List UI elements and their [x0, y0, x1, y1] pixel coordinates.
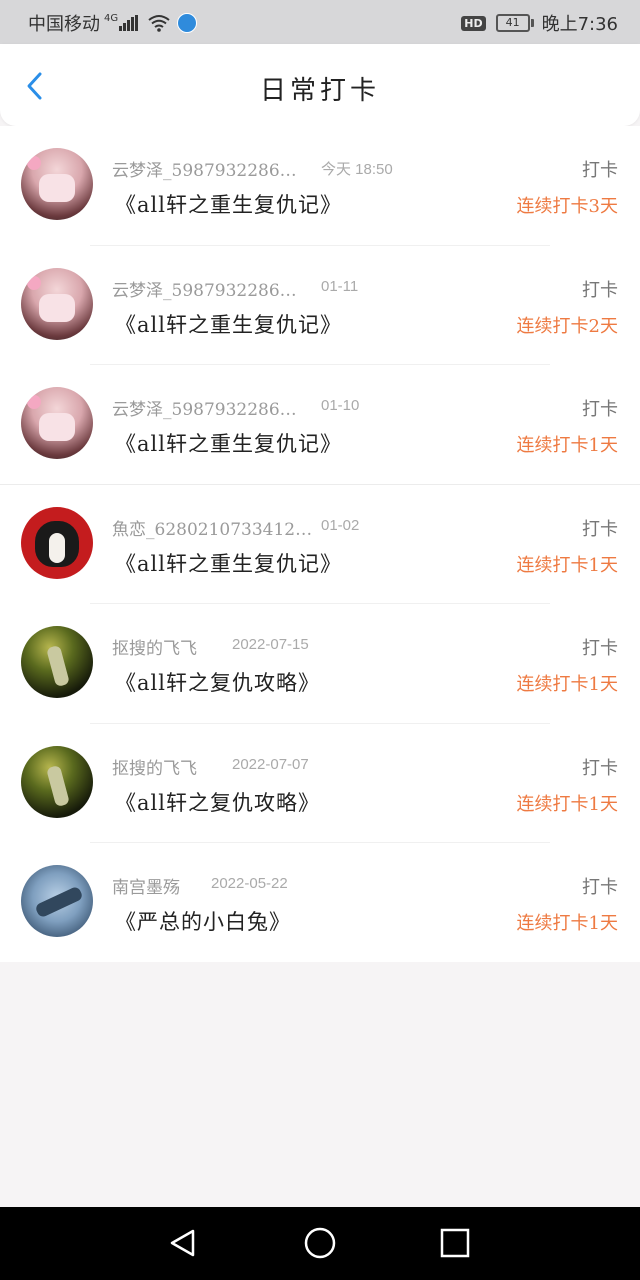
checkin-action-label: 打卡: [582, 160, 618, 181]
avatar[interactable]: [21, 506, 93, 579]
checkin-row[interactable]: 魚恋_6280210733412… 01-02 《all轩之重生复仇记》 打卡连续打卡…: [0, 485, 640, 605]
checkin-row[interactable]: 抠搜的飞飞 2022-07-07 《all轩之复仇攻略》 打卡连续打卡1天: [0, 724, 640, 844]
book-title[interactable]: 《严总的小白兔》: [115, 906, 291, 936]
system-nav-bar: [0, 1207, 640, 1280]
home-circle-icon[interactable]: [302, 1225, 338, 1261]
hd-badge: HD: [461, 15, 486, 31]
username[interactable]: 云梦泽_5987932286…: [112, 395, 297, 420]
checkin-list: 云梦泽_5987932286… 今天 18:50 《all轩之重生复仇记》 打卡 连续打…: [0, 126, 640, 962]
wifi-icon: [148, 15, 170, 32]
checkin-date: 2022-05-22: [211, 875, 288, 892]
streak-label: 连续打卡1天: [516, 435, 618, 456]
checkin-action-label: 打卡: [582, 757, 618, 779]
book-title[interactable]: 《all轩之重生复仇记》: [115, 189, 342, 219]
checkin-date: 01-10: [321, 397, 360, 414]
avatar[interactable]: [21, 865, 93, 937]
book-title[interactable]: 《all轩之重生复仇记》: [115, 428, 342, 458]
username[interactable]: 抠搜的飞飞: [112, 634, 197, 659]
network-type-label: 4G: [104, 12, 119, 24]
app-notification-icon: [177, 13, 198, 33]
battery-icon: 41: [495, 14, 534, 32]
checkin-date: 2022-07-07: [232, 755, 309, 773]
checkin-action-label: 打卡: [582, 279, 618, 301]
streak-label: 连续打卡3天: [516, 196, 618, 217]
avatar[interactable]: [21, 626, 93, 698]
avatar[interactable]: [21, 267, 93, 340]
book-title[interactable]: 《all轩之重生复仇记》: [115, 548, 342, 578]
status-bar: 中国移动 4G HD 41 晚上7:36: [0, 0, 640, 44]
top-app-bar: 日常打卡: [0, 44, 640, 126]
checkin-row[interactable]: 云梦泽_5987932286… 01-10 《all轩之重生复仇记》 打卡连续打卡1天: [0, 365, 640, 485]
recents-square-icon[interactable]: [437, 1225, 473, 1261]
checkin-date: 01-02: [321, 516, 360, 534]
checkin-date: 01-11: [321, 277, 359, 295]
avatar[interactable]: [21, 387, 93, 459]
username[interactable]: 云梦泽_5987932286…: [112, 156, 297, 181]
username[interactable]: 南宫墨殇: [112, 873, 180, 898]
checkin-date: 今天 18:50: [321, 161, 393, 178]
checkin-action-label: 打卡: [582, 518, 618, 540]
checkin-date: 2022-07-15: [232, 636, 309, 653]
checkin-row[interactable]: 南宫墨殇 2022-05-22 《严总的小白兔》 打卡连续打卡1天: [0, 843, 640, 963]
clock: 晚上7:36: [541, 14, 618, 35]
streak-label: 连续打卡1天: [516, 674, 618, 695]
book-title[interactable]: 《all轩之重生复仇记》: [115, 309, 342, 339]
carrier-label: 中国移动: [28, 14, 100, 35]
checkin-row[interactable]: 云梦泽_5987932286… 01-11 《all轩之重生复仇记》 打卡连续打卡2天: [0, 246, 640, 366]
username[interactable]: 抠搜的飞飞: [112, 754, 197, 779]
checkin-action-label: 打卡: [582, 877, 618, 898]
checkin-action-label: 打卡: [582, 638, 618, 659]
page-title: 日常打卡: [259, 76, 380, 106]
back-triangle-icon[interactable]: [166, 1225, 202, 1261]
book-title[interactable]: 《all轩之复仇攻略》: [115, 787, 320, 817]
checkin-action-label: 打卡: [582, 399, 618, 420]
streak-label: 连续打卡1天: [516, 554, 618, 576]
username[interactable]: 云梦泽_5987932286…: [112, 276, 297, 301]
streak-label: 连续打卡1天: [516, 913, 618, 934]
status-left: 中国移动 4G: [28, 10, 198, 36]
streak-label: 连续打卡2天: [516, 315, 618, 337]
checkin-row[interactable]: 云梦泽_5987932286… 今天 18:50 《all轩之重生复仇记》 打卡连续打…: [0, 126, 640, 246]
signal-icon: [119, 15, 139, 31]
avatar[interactable]: [21, 148, 93, 220]
avatar[interactable]: [21, 745, 93, 818]
username[interactable]: 魚恋_6280210733412…: [112, 515, 312, 540]
streak-label: 连续打卡1天: [516, 793, 618, 815]
book-title[interactable]: 《all轩之复仇攻略》: [115, 667, 320, 697]
status-right: HD 41 晚上7:36: [461, 10, 618, 36]
checkin-row[interactable]: 抠搜的飞飞 2022-07-15 《all轩之复仇攻略》 打卡连续打卡1天: [0, 604, 640, 724]
